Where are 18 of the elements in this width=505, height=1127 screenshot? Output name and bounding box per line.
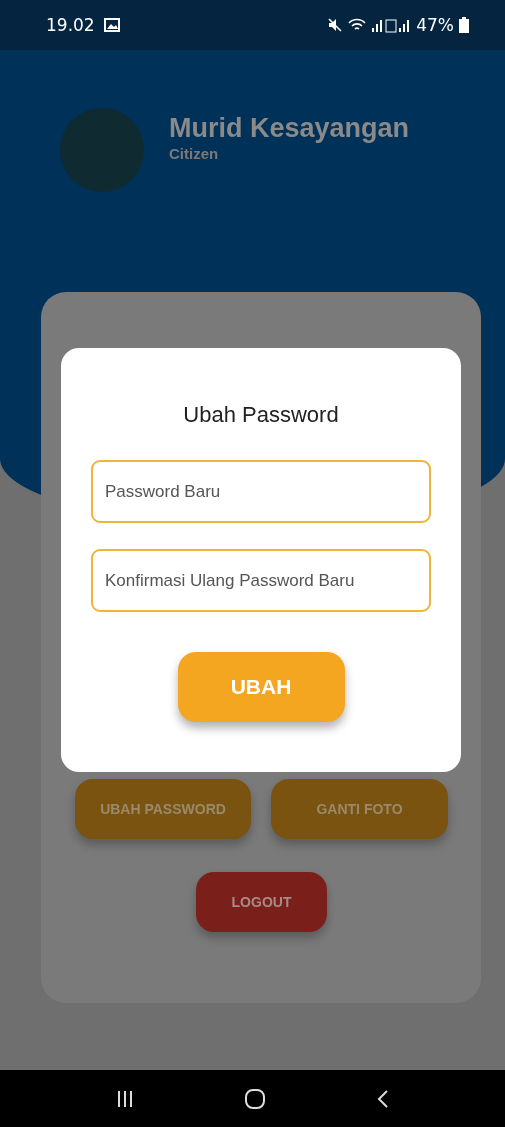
back-icon[interactable]	[376, 1088, 391, 1109]
mute-icon	[327, 17, 344, 33]
password-field[interactable]: Password Baru	[91, 460, 431, 523]
battery-icon	[459, 17, 469, 33]
password-field[interactable]: Konfirmasi Ulang Password Baru	[91, 549, 431, 612]
action-button[interactable]: UBAH PASSWORD	[75, 779, 251, 839]
profile-role: Citizen	[169, 145, 220, 162]
home-icon[interactable]	[244, 1087, 267, 1110]
logout-button[interactable]: LOGOUT	[196, 872, 327, 932]
clock: 19.02	[46, 15, 95, 35]
dialog-title: Ubah Password	[183, 402, 339, 428]
action-button[interactable]: GANTI FOTO	[271, 779, 448, 839]
image-icon	[103, 18, 120, 32]
wifi-icon	[348, 17, 367, 33]
profile-name: Murid Kesayangan	[169, 113, 410, 144]
submit-button[interactable]: UBAH	[177, 652, 345, 722]
battery-level: 47%	[416, 15, 454, 35]
signal-icon	[371, 17, 412, 33]
